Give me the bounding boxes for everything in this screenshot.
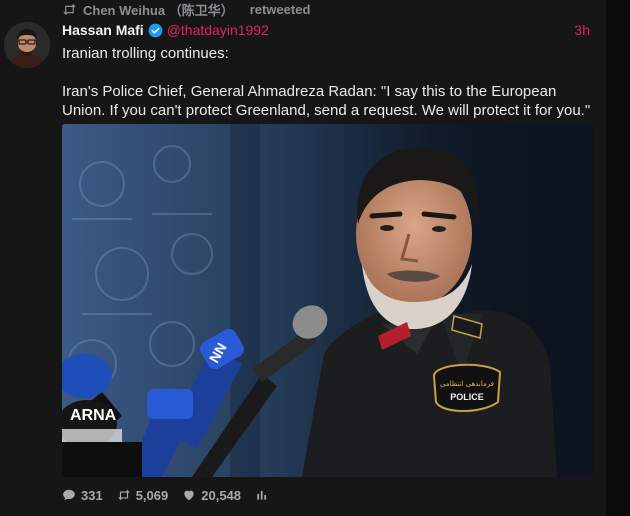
badge-text: POLICE — [450, 392, 484, 402]
retweet-count: 5,069 — [135, 487, 169, 503]
badge-script: فرماندهی انتظامی — [440, 380, 494, 388]
retweeter-name[interactable]: Chen Weihua （陈卫华） — [83, 0, 234, 19]
retweeted-label: retweeted — [249, 1, 311, 17]
police-shoulder-badge: فرماندهی انتظامی POLICE — [432, 363, 502, 412]
tweet-timestamp[interactable]: 3h — [574, 22, 590, 38]
reply-button[interactable]: 331 — [62, 488, 103, 503]
tweet-paragraph: Iran's Police Chief, General Ahmadreza R… — [62, 83, 591, 119]
avatar[interactable] — [4, 22, 50, 68]
author-handle[interactable]: @thatdayin1992 — [167, 22, 269, 38]
verified-badge-icon — [148, 23, 163, 37]
tweet-paragraph: Iranian trolling continues: — [62, 45, 229, 62]
author-name[interactable]: Hassan Mafi — [62, 22, 144, 38]
retweet-icon — [117, 489, 130, 501]
like-button[interactable]: 20,548 — [182, 488, 241, 503]
retweet-context[interactable]: Chen Weihua （陈卫华） retweeted — [62, 0, 310, 18]
retweet-icon — [63, 3, 76, 15]
retweet-button[interactable]: 5,069 — [117, 487, 169, 503]
tweet-card: Chen Weihua （陈卫华） retweeted Hassan Mafi … — [0, 0, 606, 516]
mic-label-arna: ARNA — [70, 407, 117, 424]
tweet-media-photo[interactable]: فرماندهی انتظامی POLICE NN ARNA — [62, 124, 593, 477]
reply-icon — [63, 489, 75, 501]
like-count: 20,548 — [201, 487, 242, 503]
tweet-text: Iranian trolling continues: Iran's Polic… — [62, 44, 598, 120]
analytics-button[interactable] — [255, 488, 269, 502]
analytics-icon — [257, 490, 267, 500]
tweet-actions: 331 5,069 20,548 — [62, 487, 269, 503]
tweet-header: Hassan Mafi @thatdayin1992 — [62, 21, 269, 39]
page-edge — [606, 0, 630, 516]
heart-icon — [184, 490, 194, 501]
reply-count: 331 — [81, 487, 103, 503]
